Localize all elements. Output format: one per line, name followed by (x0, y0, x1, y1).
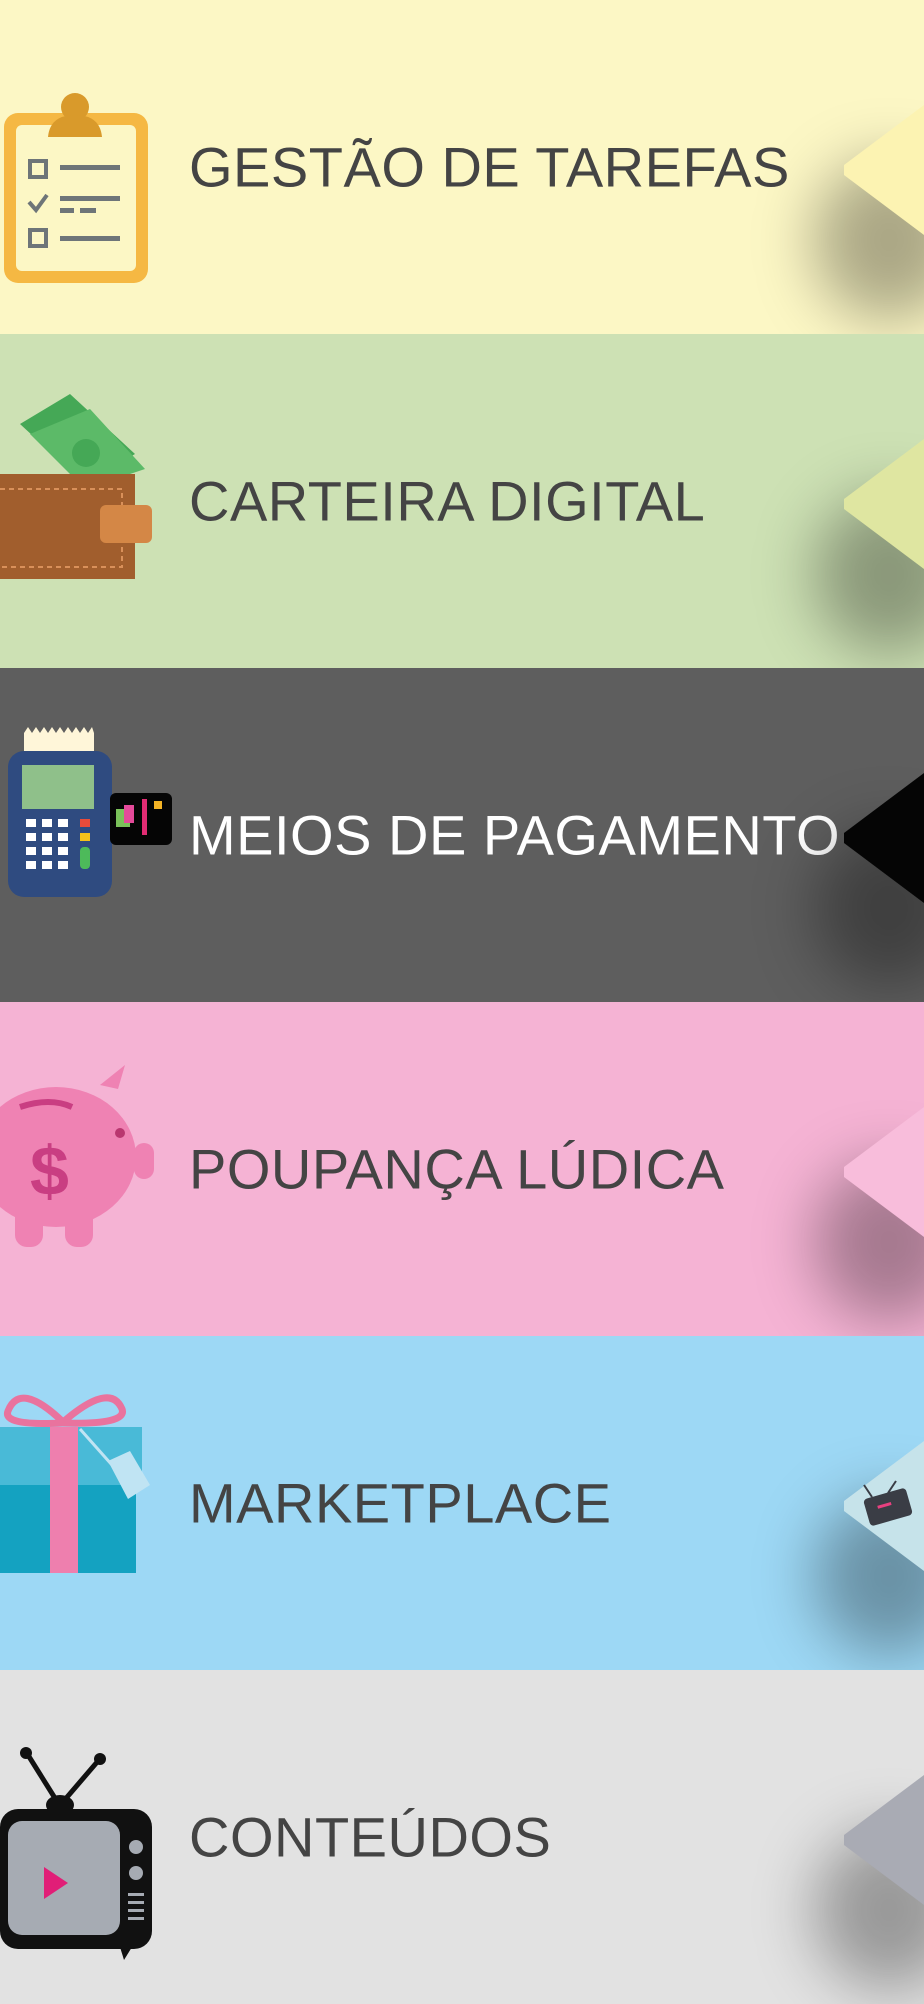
menu-item-payment[interactable]: MEIOS DE PAGAMENTO (0, 668, 924, 1002)
menu-item-content[interactable]: CONTEÚDOS (0, 1670, 924, 2004)
menu-item-label: MARKETPLACE (189, 1471, 612, 1535)
clipboard-checklist-icon (4, 93, 148, 283)
menu-item-wallet[interactable]: CARTEIRA DIGITAL (0, 334, 924, 668)
menu-item-label: CONTEÚDOS (189, 1805, 552, 1869)
menu-item-label: CARTEIRA DIGITAL (189, 469, 706, 533)
card-terminal-icon (8, 727, 172, 897)
svg-text:$: $ (30, 1132, 69, 1210)
chevron-left-icon (844, 439, 924, 569)
piggy-bank-icon: $ (0, 1065, 154, 1247)
feature-menu: GESTÃO DE TAREFAS CARTEIRA DIGITAL MEIOS… (0, 0, 924, 2004)
chevron-left-icon (844, 105, 924, 235)
menu-item-label: MEIOS DE PAGAMENTO (189, 803, 841, 867)
chevron-left-icon (844, 1107, 924, 1237)
chevron-left-icon (844, 1775, 924, 1905)
menu-item-savings[interactable]: $ POUPANÇA LÚDICA (0, 1002, 924, 1336)
chevron-left-icon (844, 773, 924, 903)
tv-play-icon (0, 1747, 152, 1960)
wallet-money-icon (0, 394, 152, 579)
menu-item-marketplace[interactable]: MARKETPLACE (0, 1336, 924, 1670)
chevron-left-icon (844, 1441, 924, 1571)
menu-item-label: POUPANÇA LÚDICA (189, 1137, 725, 1201)
menu-item-label: GESTÃO DE TAREFAS (189, 135, 790, 199)
gift-box-icon (0, 1394, 150, 1573)
menu-item-tasks[interactable]: GESTÃO DE TAREFAS (0, 0, 924, 334)
